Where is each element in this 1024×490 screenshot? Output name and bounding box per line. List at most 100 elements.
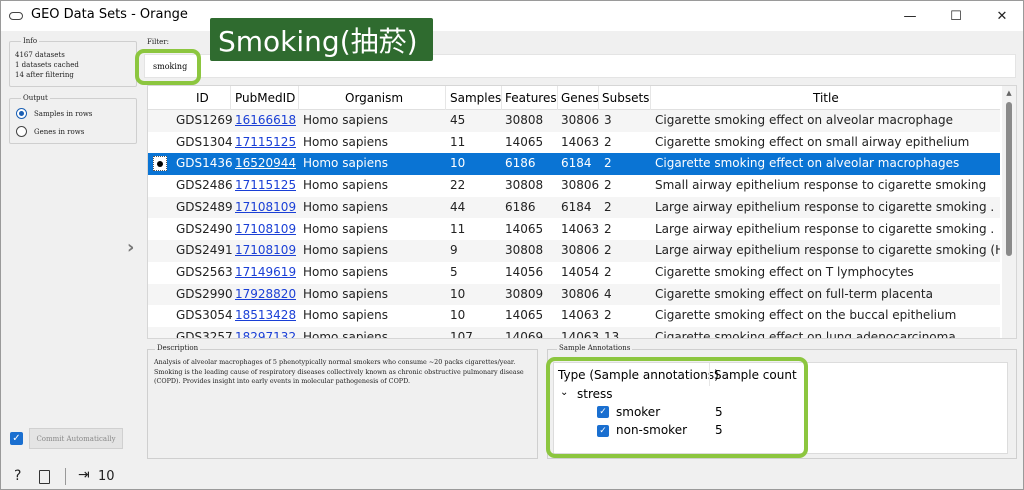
cell-samples: 11 [450,134,466,149]
info-group-title: Info [21,37,40,45]
help-icon[interactable]: ? [14,468,21,484]
col-header-title[interactable]: Title [813,91,839,105]
cell-pubmed-link[interactable]: 17108109 [235,243,296,257]
table-row[interactable]: GDS1269 16166618 Homo sapiens 45 30808 3… [148,110,1000,132]
cell-organism: Homo sapiens [303,308,389,323]
cell-title: Cigarette smoking effect on lung adenoca… [655,330,956,339]
table-row[interactable]: GDS3257 18297132 Homo sapiens 107 14069 … [148,327,1000,339]
sample-annotations-title: Sample Annotations [557,344,633,352]
callout-label: Smoking(抽菸) [210,18,433,61]
col-header-features[interactable]: Features [505,91,557,105]
cell-pubmed-link[interactable]: 16166618 [235,113,296,127]
output-group-title: Output [21,94,50,102]
output-count: 10 [98,469,115,484]
cell-id: GDS2490 [176,221,233,236]
table-row-selected[interactable]: GDS1436 16520944 Homo sapiens 10 6186 61… [148,153,1000,176]
table-header: ID PubMedID Organism Samples Features Ge… [148,86,1000,110]
cell-genes: 14054 [561,264,600,279]
table-scrollbar[interactable]: ▲ [1002,86,1016,338]
cell-organism: Homo sapiens [303,178,389,193]
table-row[interactable]: GDS2489 17108109 Homo sapiens 44 6186 61… [148,196,1000,219]
table-row[interactable]: GDS2491 17108109 Homo sapiens 9 30808 30… [148,240,1000,262]
cell-organism: Homo sapiens [303,156,389,171]
cell-features: 14065 [505,308,544,323]
col-header-samples[interactable]: Samples [450,91,501,105]
cell-subsets: 2 [604,134,612,149]
cell-features: 14065 [505,134,544,149]
splitter-collapse-icon[interactable]: › [127,237,134,258]
table-row[interactable]: GDS2990 17928820 Homo sapiens 10 30809 3… [148,283,1000,306]
scroll-up-icon[interactable]: ▲ [1002,89,1016,99]
cell-pubmed-link[interactable]: 17928820 [235,287,296,301]
minimize-button[interactable]: — [887,1,933,31]
cell-pubmed-link[interactable]: 17115125 [235,178,296,192]
info-line-cached: 1 datasets cached [15,61,79,69]
cell-organism: Homo sapiens [303,243,389,258]
cell-title: Small airway epithelium response to ciga… [655,178,987,193]
cell-pubmed-link[interactable]: 18297132 [235,330,296,338]
output-group [9,98,137,144]
cell-pubmed-link[interactable]: 17108109 [235,222,296,236]
cell-genes: 14063 [561,221,600,236]
cell-pubmed-link[interactable]: 18513428 [235,308,296,322]
table-row[interactable]: GDS2490 17108109 Homo sapiens 11 14065 1… [148,219,1000,241]
table-row[interactable]: GDS3054 18513428 Homo sapiens 10 14065 1… [148,305,1000,327]
cell-title: Cigarette smoking effect on alveolar mac… [655,113,954,127]
table-row[interactable]: GDS2486 17115125 Homo sapiens 22 30808 3… [148,175,1000,197]
genes-in-rows-radio[interactable] [16,126,27,137]
status-separator [65,468,66,485]
cell-id: GDS2990 [176,286,233,301]
cell-features: 6186 [505,199,536,214]
samples-in-rows-label[interactable]: Samples in rows [34,110,92,118]
cell-pubmed-link[interactable]: 16520944 [235,156,296,170]
samples-in-rows-radio[interactable] [16,108,27,119]
cell-id: GDS2491 [176,243,233,258]
cell-pubmed-link[interactable]: 17115125 [235,135,296,149]
cell-features: 14069 [505,330,544,339]
cell-subsets: 2 [604,264,612,279]
cell-samples: 10 [450,308,466,323]
cell-features: 30808 [505,178,544,193]
cell-samples: 11 [450,221,466,236]
cell-id: GDS1269 [176,113,233,127]
report-doc-icon[interactable] [39,470,50,484]
cell-organism: Homo sapiens [303,264,389,279]
app-window: GEO Data Sets - Orange — ☐ ✕ Info 4167 d… [0,0,1024,490]
col-header-subsets[interactable]: Subsets [602,91,649,105]
cell-genes: 30806 [561,243,600,258]
col-header-genes[interactable]: Genes [561,91,599,105]
cell-organism: Homo sapiens [303,199,389,214]
cell-title: Cigarette smoking effect on the buccal e… [655,308,957,323]
cell-features: 30808 [505,243,544,258]
genes-in-rows-label[interactable]: Genes in rows [34,128,84,136]
cell-subsets: 2 [604,243,612,258]
scroll-thumb[interactable] [1006,102,1012,256]
cell-genes: 30806 [561,286,600,301]
col-header-organism[interactable]: Organism [345,91,403,105]
cell-samples: 44 [450,199,466,214]
cell-features: 30808 [505,113,544,127]
commit-button[interactable]: Commit Automatically [29,428,123,449]
table-row[interactable]: GDS1304 17115125 Homo sapiens 11 14065 1… [148,132,1000,154]
commit-auto-checkbox[interactable]: ✓ [10,432,23,445]
output-icon: ⇥ [78,467,90,483]
close-button[interactable]: ✕ [979,1,1024,31]
cell-subsets: 2 [604,178,612,193]
table-row[interactable]: GDS2563 17149619 Homo sapiens 5 14056 14… [148,262,1000,284]
datasets-table[interactable]: ID PubMedID Organism Samples Features Ge… [147,85,1017,339]
col-header-pubmedid[interactable]: PubMedID [235,91,295,105]
orange-app-icon [9,12,23,20]
filter-label: Filter: [147,38,169,46]
cell-subsets: 3 [604,113,612,127]
cell-features: 14065 [505,221,544,236]
cell-pubmed-link[interactable]: 17108109 [235,200,296,214]
info-line-filtered: 14 after filtering [15,71,74,79]
cell-organism: Homo sapiens [303,221,389,236]
cell-id: GDS3054 [176,308,233,323]
cell-organism: Homo sapiens [303,134,389,149]
cell-pubmed-link[interactable]: 17149619 [235,265,296,279]
cell-features: 6186 [505,156,536,171]
col-header-id[interactable]: ID [196,91,209,105]
maximize-button[interactable]: ☐ [933,1,979,31]
cell-id: GDS2563 [176,264,233,279]
